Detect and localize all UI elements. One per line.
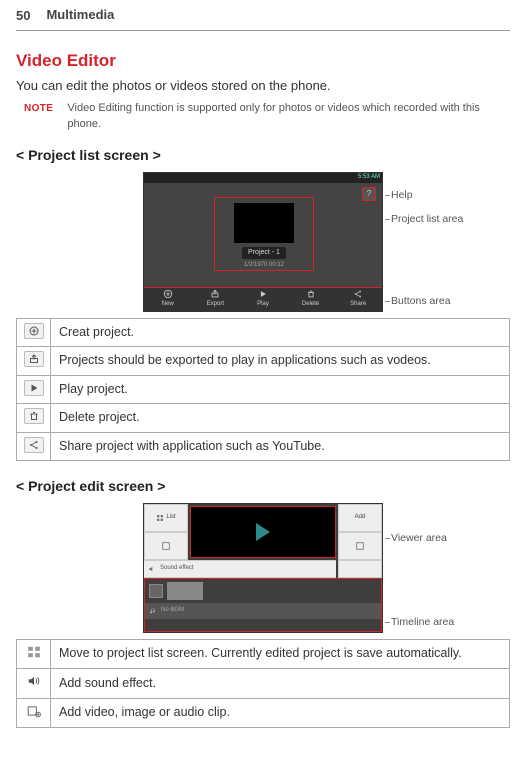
table-row: Move to project list screen. Currently e… (17, 639, 510, 669)
grid-icon (23, 644, 45, 660)
screenshot-project-edit: List Add (143, 503, 383, 633)
btn-label: Share (350, 300, 366, 308)
status-bar: 5:53 AM (144, 173, 382, 183)
style-icon (161, 541, 171, 551)
btn-label: Play (257, 300, 269, 308)
list-button[interactable]: List (144, 504, 188, 532)
table-row: Creat project. (17, 318, 510, 347)
table-desc: Share project with application such as Y… (51, 432, 510, 461)
project-thumbnail (234, 203, 294, 243)
status-time: 5:53 AM (358, 173, 380, 181)
play-icon (24, 380, 44, 396)
speaker-icon (148, 565, 156, 573)
buttons-area: New Export Play Delete (144, 287, 382, 311)
sound-effect-button[interactable]: Sound effect (144, 560, 336, 578)
table-desc: Projects should be exported to play in a… (51, 347, 510, 376)
left-btn-2[interactable] (144, 532, 188, 560)
project-list-icon-table: Creat project. Projects should be export… (16, 318, 510, 462)
table-row: Add sound effect. (17, 669, 510, 699)
share-button[interactable]: Share (334, 288, 382, 311)
table-row: Add video, image or audio clip. (17, 698, 510, 728)
export-button[interactable]: Export (192, 288, 240, 311)
music-icon (149, 607, 157, 615)
export-icon (24, 351, 44, 367)
subhead-project-list: < Project list screen > (16, 146, 510, 166)
page-number: 50 (16, 1, 38, 29)
project-name: Project - 1 (242, 247, 286, 259)
table-row: Projects should be exported to play in a… (17, 347, 510, 376)
note-label: NOTE (24, 101, 53, 132)
viewer-area[interactable] (190, 506, 336, 558)
right-mid-button[interactable] (338, 560, 382, 578)
section-title: Video Editor (16, 49, 510, 73)
table-row: Share project with application such as Y… (17, 432, 510, 461)
note-row: NOTE Video Editing function is supported… (16, 101, 510, 132)
table-desc: Creat project. (51, 318, 510, 347)
note-text: Video Editing function is supported only… (67, 101, 510, 132)
add-clip-icon (23, 703, 45, 719)
share-icon (24, 437, 44, 453)
left-toolbar: List (144, 504, 188, 560)
project-edit-icon-table: Move to project list screen. Currently e… (16, 639, 510, 729)
bgm-label: No BGM (161, 606, 184, 614)
table-desc: Play project. (51, 375, 510, 404)
right-toolbar: Add (338, 504, 382, 560)
share-icon (353, 289, 363, 299)
callout-project-list-area: Project list area (391, 212, 463, 227)
bgm-row[interactable]: No BGM (145, 603, 381, 619)
picture-icon (149, 584, 163, 598)
table-desc: Add video, image or audio clip. (51, 698, 510, 728)
btn-label: Delete (302, 300, 319, 308)
btn-label: Export (207, 300, 224, 308)
project-date: 1/2/1970 00:12 (244, 261, 284, 269)
right-btn-2[interactable] (338, 532, 382, 560)
export-icon (210, 289, 220, 299)
timeline-area[interactable]: No BGM (144, 578, 382, 632)
callout-buttons-area: Buttons area (391, 294, 451, 309)
sound-effect-label: Sound effect (160, 564, 194, 572)
sound-effect-icon (23, 673, 45, 689)
subhead-project-edit: < Project edit screen > (16, 477, 510, 497)
callout-timeline-area: Timeline area (391, 615, 454, 630)
plus-icon (24, 323, 44, 339)
callout-help: Help (391, 188, 413, 203)
new-button[interactable]: New (144, 288, 192, 311)
table-row: Play project. (17, 375, 510, 404)
help-button[interactable]: ? (362, 187, 376, 201)
header-tab: Multimedia (38, 0, 122, 30)
table-desc: Add sound effect. (51, 669, 510, 699)
list-label: List (166, 513, 175, 521)
table-desc: Delete project. (51, 404, 510, 433)
add-label: Add (355, 513, 366, 521)
btn-label: New (162, 300, 174, 308)
intro-text: You can edit the photos or videos stored… (16, 77, 510, 95)
table-row: Delete project. (17, 404, 510, 433)
callout-viewer-area: Viewer area (391, 531, 447, 546)
timeline-clip[interactable] (167, 582, 203, 600)
plus-icon (163, 289, 173, 299)
play-icon (258, 289, 268, 299)
project-list-area[interactable]: Project - 1 1/2/1970 00:12 (214, 197, 314, 271)
play-button[interactable]: Play (239, 288, 287, 311)
screenshot-project-list: 5:53 AM ? Project - 1 1/2/1970 00:12 New… (143, 172, 383, 312)
delete-button[interactable]: Delete (287, 288, 335, 311)
add-button[interactable]: Add (338, 504, 382, 532)
trash-icon (306, 289, 316, 299)
grid-icon (156, 514, 164, 522)
page-header: 50 Multimedia (16, 0, 510, 31)
trash-icon (24, 408, 44, 424)
table-desc: Move to project list screen. Currently e… (51, 639, 510, 669)
play-icon (256, 523, 270, 541)
edit-icon (355, 541, 365, 551)
